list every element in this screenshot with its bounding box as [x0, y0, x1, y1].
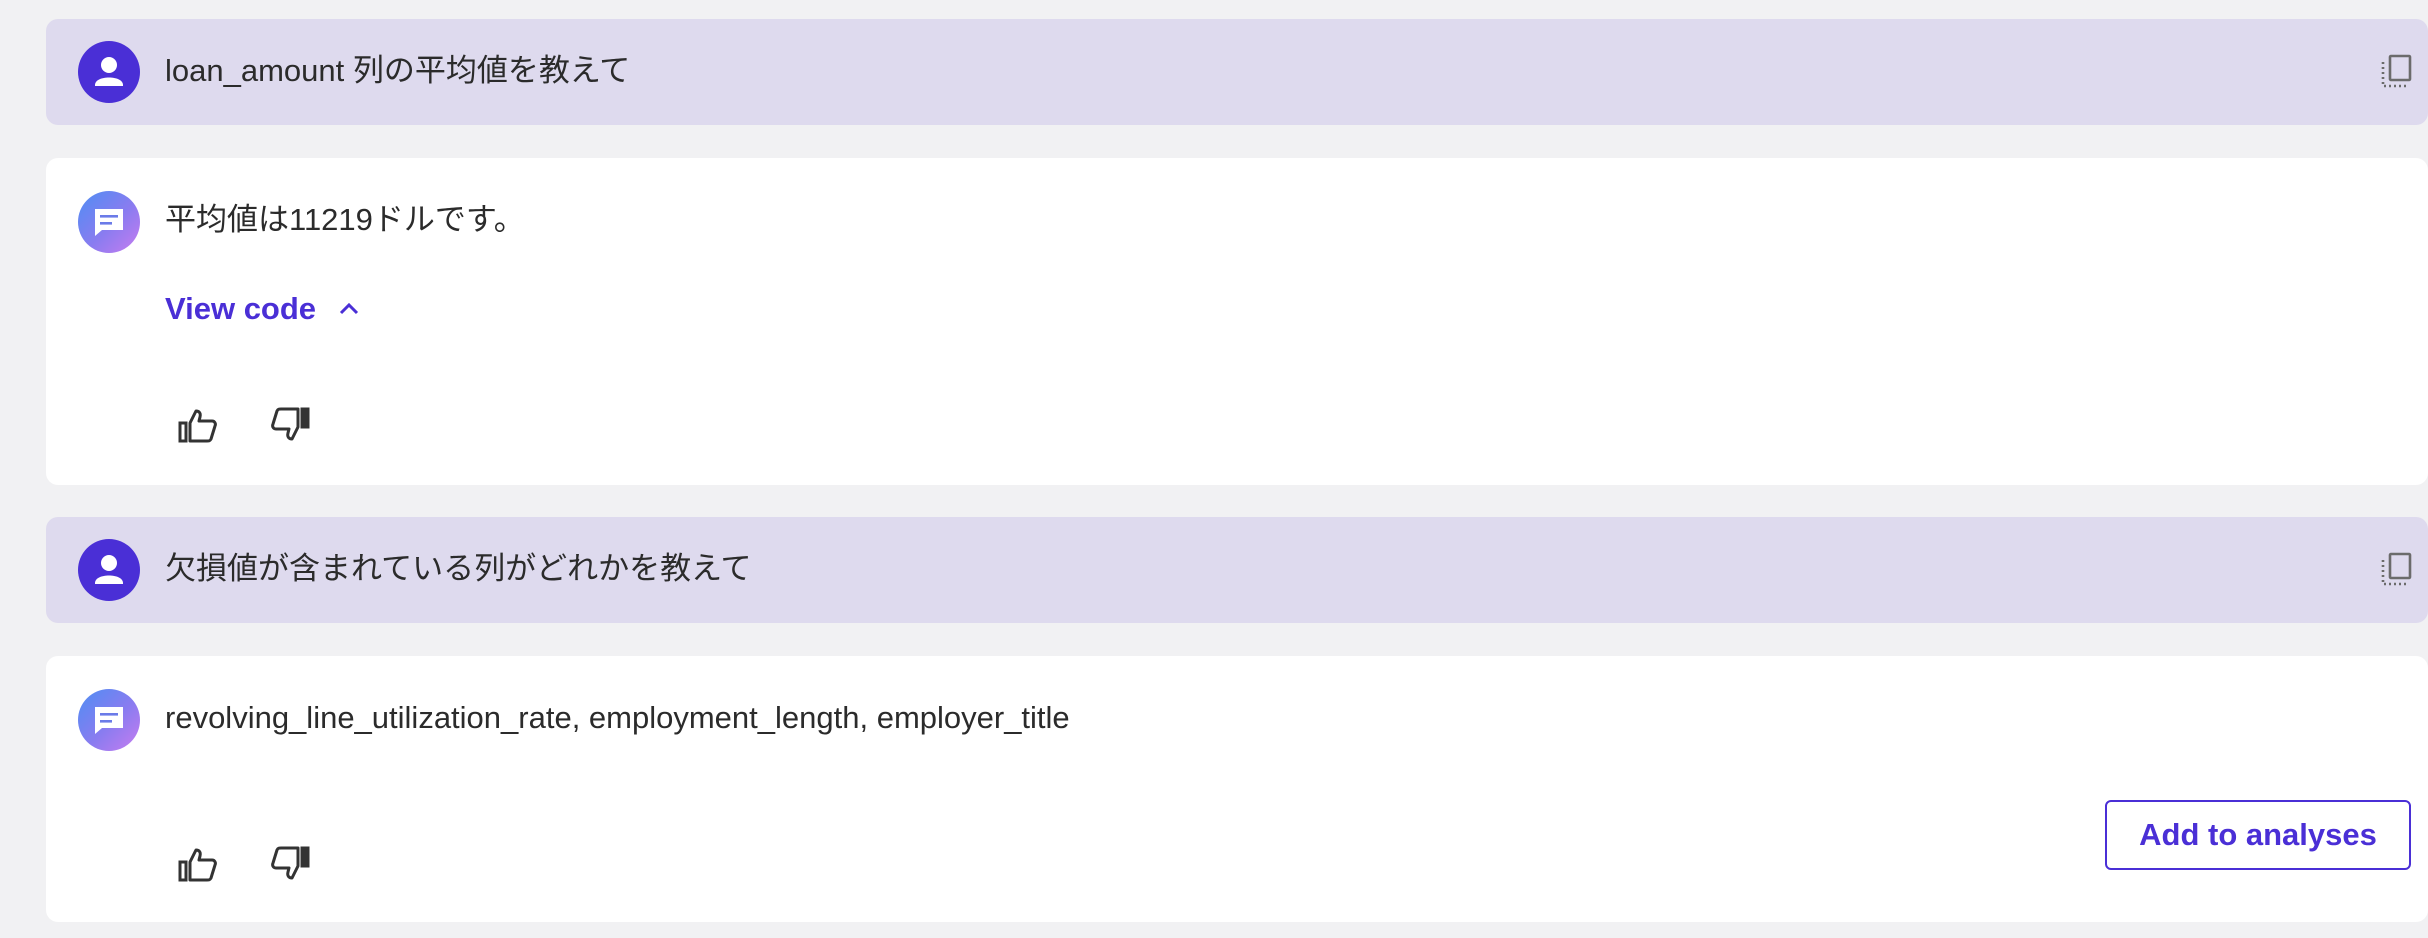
user-avatar-icon — [78, 41, 140, 103]
view-code-label: View code — [165, 291, 317, 326]
thumbs-up-icon[interactable] — [176, 842, 220, 886]
user-message: 欠損値が含まれている列がどれかを教えて — [46, 517, 2428, 623]
copy-icon[interactable] — [2376, 550, 2416, 590]
chevron-up-icon — [340, 302, 359, 314]
user-message-text: loan_amount 列の平均値を教えて — [165, 53, 631, 88]
view-code-toggle[interactable]: View code — [165, 289, 360, 329]
feedback-buttons — [176, 403, 312, 447]
add-to-analyses-button[interactable]: Add to analyses — [2105, 800, 2411, 870]
assistant-message: revolving_line_utilization_rate, employm… — [46, 656, 2428, 922]
thumbs-down-icon[interactable] — [268, 403, 312, 447]
thumbs-up-icon[interactable] — [176, 403, 220, 447]
feedback-buttons — [176, 842, 312, 886]
user-avatar-icon — [78, 539, 140, 601]
assistant-message-text: revolving_line_utilization_rate, employm… — [165, 700, 1070, 735]
assistant-message-text: 平均値は11219ドルです。 — [165, 202, 525, 237]
thumbs-down-icon[interactable] — [268, 842, 312, 886]
assistant-chat-icon — [78, 191, 140, 253]
copy-icon[interactable] — [2376, 52, 2416, 92]
user-message-text: 欠損値が含まれている列がどれかを教えて — [165, 551, 752, 586]
assistant-chat-icon — [78, 689, 140, 751]
user-message: loan_amount 列の平均値を教えて — [46, 19, 2428, 125]
assistant-message: 平均値は11219ドルです。 View code — [46, 158, 2428, 485]
